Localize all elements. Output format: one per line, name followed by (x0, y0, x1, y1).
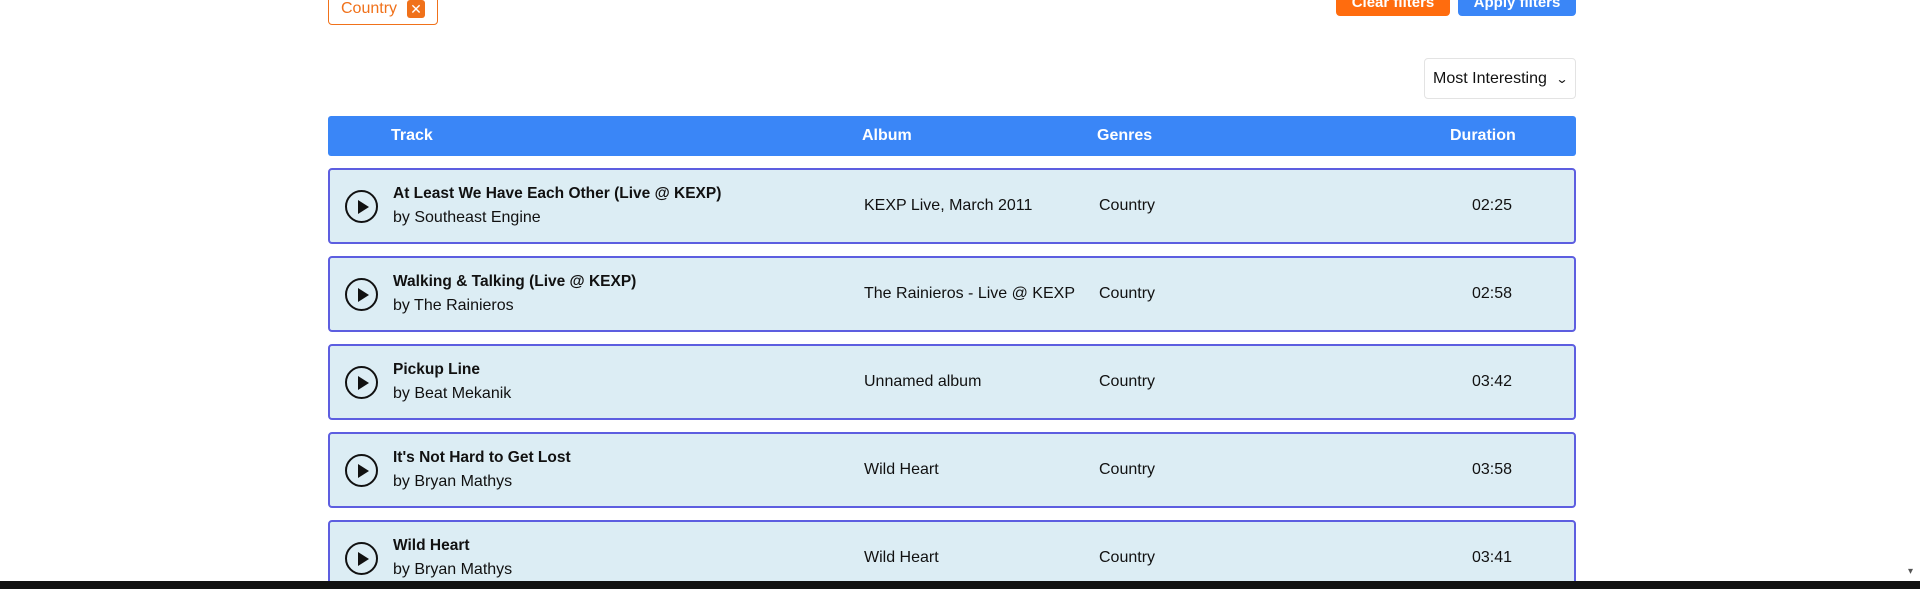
filter-chip-country[interactable]: Country ✕ (328, 0, 439, 25)
table-row[interactable]: Wild Heart by Bryan Mathys Wild Heart Co… (328, 520, 1576, 589)
sort-selected-label: Most Interesting (1433, 69, 1547, 87)
play-icon[interactable] (345, 190, 378, 223)
track-artist[interactable]: by The Rainieros (393, 297, 514, 315)
track-genre: Country (1099, 285, 1156, 302)
track-album[interactable]: Unnamed album (864, 373, 1076, 391)
track-artist[interactable]: by Bryan Mathys (393, 561, 512, 579)
clear-filters-button[interactable]: Clear filters (1336, 0, 1450, 16)
track-album[interactable]: KEXP Live, March 2011 (864, 197, 1076, 215)
track-title[interactable]: It's Not Hard to Get Lost (393, 449, 571, 467)
sort-select[interactable]: Most Interesting ⌄ (1424, 58, 1576, 99)
scrollbar-arrow-icon[interactable]: ▾ (1908, 566, 1913, 577)
table-row[interactable]: Walking & Talking (Live @ KEXP) by The R… (328, 256, 1576, 332)
table-row[interactable]: Pickup Line by Beat Mekanik Unnamed albu… (328, 344, 1576, 420)
track-duration: 03:58 (1472, 461, 1513, 478)
track-album[interactable]: The Rainieros - Live @ KEXP (864, 285, 1076, 303)
track-genre: Country (1099, 197, 1156, 214)
track-duration: 03:41 (1472, 549, 1513, 566)
close-icon[interactable]: ✕ (407, 0, 426, 18)
track-artist[interactable]: by Southeast Engine (393, 209, 541, 227)
table-header: Track Album Genres Duration (328, 116, 1576, 156)
track-genre: Country (1099, 549, 1156, 566)
track-artist[interactable]: by Beat Mekanik (393, 385, 511, 403)
play-icon[interactable] (345, 278, 378, 311)
header-track: Track (391, 127, 433, 144)
filter-chip-label: Country (341, 0, 398, 17)
bottom-bar (0, 581, 1920, 589)
table-row[interactable]: It's Not Hard to Get Lost by Bryan Mathy… (328, 432, 1576, 508)
track-duration: 02:58 (1472, 285, 1513, 302)
track-album[interactable]: Wild Heart (864, 461, 1076, 479)
track-title[interactable]: Wild Heart (393, 537, 470, 555)
header-album: Album (862, 127, 912, 144)
play-icon[interactable] (345, 454, 378, 487)
chevron-down-icon: ⌄ (1555, 71, 1569, 86)
header-duration: Duration (1450, 127, 1516, 144)
track-album[interactable]: Wild Heart (864, 549, 1076, 567)
header-genres: Genres (1097, 127, 1153, 144)
track-artist[interactable]: by Bryan Mathys (393, 473, 512, 491)
play-icon[interactable] (345, 366, 378, 399)
track-genre: Country (1099, 373, 1156, 390)
table-row[interactable]: At Least We Have Each Other (Live @ KEXP… (328, 168, 1576, 244)
track-duration: 02:25 (1472, 197, 1513, 214)
track-title[interactable]: Walking & Talking (Live @ KEXP) (393, 273, 636, 291)
apply-filters-button[interactable]: Apply filters (1458, 0, 1576, 16)
track-genre: Country (1099, 461, 1156, 478)
track-title[interactable]: At Least We Have Each Other (Live @ KEXP… (393, 185, 721, 203)
play-icon[interactable] (345, 542, 378, 575)
track-title[interactable]: Pickup Line (393, 361, 480, 379)
track-duration: 03:42 (1472, 373, 1513, 390)
